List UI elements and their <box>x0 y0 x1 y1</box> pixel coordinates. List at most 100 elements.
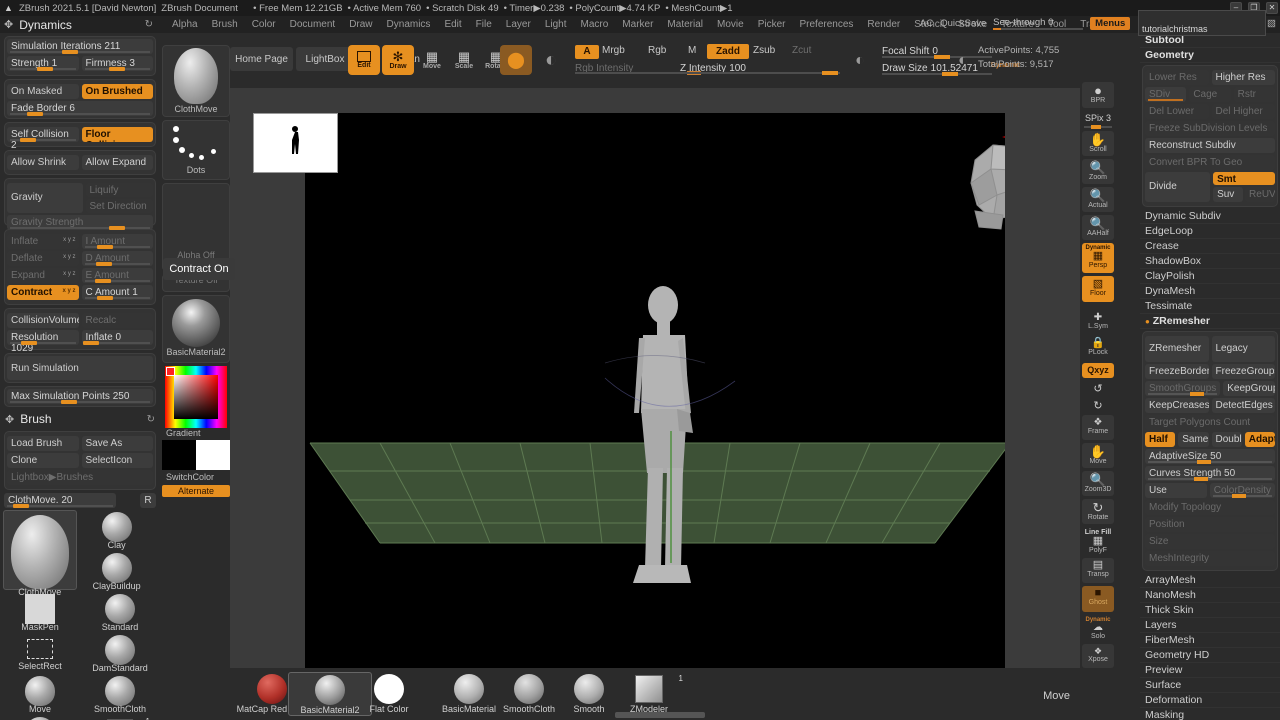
slider-knob[interactable] <box>82 341 99 345</box>
frame-button[interactable]: ❖ Frame <box>1082 415 1114 440</box>
curves-strength-slider[interactable]: Curves Strength 50 <box>1145 466 1275 481</box>
slider-knob[interactable] <box>934 55 950 59</box>
menu-dynamics[interactable]: Dynamics <box>380 16 438 33</box>
mesh-integrity-button[interactable]: MeshIntegrity <box>1145 551 1275 566</box>
resolution-slider[interactable]: Resolution 1029 <box>7 330 79 354</box>
crease-row[interactable]: Crease <box>1140 239 1280 254</box>
current-tool-thumbnail[interactable]: ClothMove <box>162 45 230 117</box>
save-config-icon[interactable]: ▧ <box>1267 18 1276 29</box>
liquify-button[interactable]: Liquify <box>85 183 153 197</box>
color-picker-area[interactable]: Gradient SwitchColor Alternate <box>162 366 230 497</box>
run-simulation-button[interactable]: Run Simulation <box>7 356 153 380</box>
claypolish-row[interactable]: ClayPolish <box>1140 269 1280 284</box>
position-button[interactable]: Position <box>1145 517 1275 532</box>
spix-slider[interactable]: SPix 3 <box>1082 111 1114 129</box>
detect-edges-button[interactable]: DetectEdges <box>1211 398 1275 413</box>
zsub-button[interactable]: Zsub <box>753 45 775 56</box>
slider-knob[interactable] <box>1231 494 1246 498</box>
color-wheel[interactable] <box>165 366 227 428</box>
cage-button[interactable]: Cage <box>1189 87 1231 102</box>
divide-button[interactable]: Divide <box>1145 172 1211 202</box>
dynamesh-row[interactable]: DynaMesh <box>1140 284 1280 299</box>
menu-edit[interactable]: Edit <box>437 16 468 33</box>
menu-macro[interactable]: Macro <box>574 16 616 33</box>
freeze-border-button[interactable]: FreezeBorder <box>1145 364 1209 379</box>
lower-res-button[interactable]: Lower Res <box>1145 70 1209 85</box>
deformation-row[interactable]: Deformation <box>1140 693 1280 708</box>
slider-knob[interactable] <box>95 279 112 283</box>
bpr-button[interactable]: ● BPR <box>1082 82 1114 108</box>
zcut-button[interactable]: Zcut <box>792 45 811 56</box>
menu-picker[interactable]: Picker <box>751 16 793 33</box>
collision-volume-button[interactable]: CollisionVolume <box>7 313 79 328</box>
higher-res-button[interactable]: Higher Res <box>1211 70 1275 85</box>
slider-knob[interactable] <box>1091 125 1101 129</box>
focal-shift-slider[interactable]: Focal Shift 0 <box>882 45 992 59</box>
menu-file[interactable]: File <box>469 16 499 33</box>
brush-maskpen[interactable]: MaskPen <box>0 592 80 633</box>
menu-marker[interactable]: Marker <box>615 16 660 33</box>
set-direction-button[interactable]: Set Direction <box>85 199 153 213</box>
brush-clothmove[interactable]: ClothMove <box>3 510 77 597</box>
inflate-amount-slider[interactable]: I Amount <box>81 234 153 249</box>
reload-icon[interactable]: ↻ <box>145 19 153 30</box>
on-masked-button[interactable]: On Masked <box>7 84 79 99</box>
load-brush-button[interactable]: Load Brush <box>7 436 79 451</box>
solo-button[interactable]: Dynamic ☁ Solo <box>1082 615 1114 641</box>
material-selector[interactable]: BasicMaterial2 <box>162 295 230 363</box>
menu-movie[interactable]: Movie <box>710 16 751 33</box>
shadowbox-row[interactable]: ShadowBox <box>1140 254 1280 269</box>
surface-row[interactable]: Surface <box>1140 678 1280 693</box>
target-polygons-button[interactable]: Target Polygons Count <box>1145 415 1275 430</box>
z-intensity-slider[interactable]: Z Intensity 100 <box>680 62 840 75</box>
scale-button[interactable]: ▦ Scale <box>448 45 480 75</box>
slider-knob[interactable] <box>95 262 112 266</box>
same-button[interactable]: Same <box>1178 432 1209 447</box>
keep-creases-button[interactable]: KeepCreases <box>1145 398 1209 413</box>
self-collision-slider[interactable]: Self Collision 2 <box>7 127 79 151</box>
secondary-color-swatch[interactable] <box>196 440 230 470</box>
menu-material[interactable]: Material <box>660 16 710 33</box>
alpha-channel-button[interactable]: A <box>575 45 599 59</box>
modify-topology-button[interactable]: Modify Topology <box>1145 500 1275 515</box>
menu-preferences[interactable]: Preferences <box>792 16 860 33</box>
rstr-button[interactable]: Rstr <box>1233 87 1275 102</box>
zadd-button[interactable]: Zadd <box>707 44 749 59</box>
brush-reset-button[interactable]: R <box>140 493 156 508</box>
allow-expand-button[interactable]: Allow Expand <box>81 155 153 170</box>
reload-icon[interactable]: ↻ <box>147 414 155 425</box>
stroke-selector[interactable]: Dots <box>162 120 230 180</box>
axis-gizmo[interactable] <box>1000 121 1005 181</box>
nanomesh-row[interactable]: NanoMesh <box>1140 588 1280 603</box>
slider-knob[interactable] <box>109 226 126 230</box>
deflate-amount-slider[interactable]: D Amount <box>81 251 153 266</box>
zoom3d-button[interactable]: 🔍 Zoom3D <box>1082 471 1114 496</box>
expand-amount-slider[interactable]: E Amount <box>81 268 153 283</box>
reuv-button[interactable]: ReUV <box>1245 187 1276 202</box>
color-density-slider[interactable]: ColorDensity <box>1209 483 1275 498</box>
slider-knob[interactable] <box>1197 460 1211 464</box>
edit-button[interactable]: Edit <box>348 45 380 75</box>
local-symmetry-button[interactable]: ✚ L.Sym <box>1082 311 1114 333</box>
see-through-slider[interactable]: See-through 0 <box>993 17 1084 30</box>
save-as-button[interactable]: Save As <box>81 436 153 451</box>
brush-move[interactable]: Move <box>0 674 80 715</box>
redo-button[interactable]: ↻ <box>1082 398 1114 412</box>
zremesher-button[interactable]: ZRemesher <box>1145 336 1209 362</box>
xpose-button[interactable]: ❖ Xpose <box>1082 644 1114 668</box>
draw-button[interactable]: ✻ Draw <box>382 45 414 75</box>
zremesher-row[interactable]: ● ZRemesher <box>1140 314 1280 329</box>
draw-size-slider[interactable]: Draw Size 101.52471 Dynamic <box>882 62 1020 76</box>
smooth-groups-slider[interactable]: SmoothGroups <box>1145 381 1221 396</box>
recalc-button[interactable]: Recalc <box>81 313 153 328</box>
contract-amount-slider[interactable]: C Amount 1 <box>81 285 153 300</box>
alternate-button[interactable]: Alternate <box>162 485 230 497</box>
slider-knob[interactable] <box>822 71 838 75</box>
strength-slider[interactable]: Strength 1 <box>7 56 79 71</box>
brush-clay[interactable]: Clay <box>77 510 157 551</box>
deflate-button[interactable]: Deflate x y z <box>7 251 79 266</box>
menu-render[interactable]: Render <box>860 16 907 33</box>
tessimate-row[interactable]: Tessimate <box>1140 299 1280 314</box>
viewport[interactable] <box>305 113 1005 668</box>
select-icon-button[interactable]: SelectIcon <box>81 453 153 468</box>
